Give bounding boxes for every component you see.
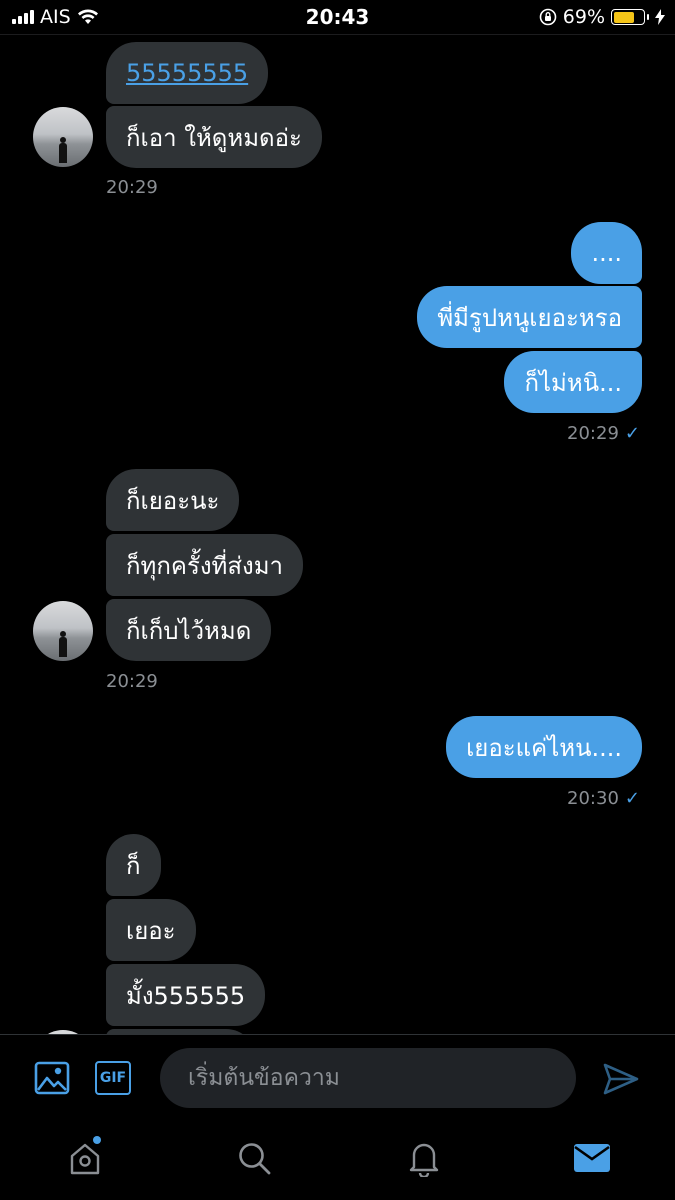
status-bar: AIS 20:43 69% — [0, 0, 675, 35]
send-icon[interactable] — [603, 1061, 639, 1097]
tab-search[interactable] — [234, 1138, 274, 1178]
home-icon — [70, 1143, 100, 1175]
message-timestamp: 20:29 ✓ — [567, 423, 640, 444]
timestamp-text: 20:30 — [567, 788, 619, 809]
message-link[interactable]: 55555555 — [126, 59, 248, 87]
message-input-placeholder: เริ่มต้นข้อความ — [188, 1065, 340, 1091]
incoming-message[interactable]: มั้ง555555 — [106, 964, 266, 1026]
message-timestamp: 20:29 — [106, 177, 158, 198]
tab-messages[interactable] — [572, 1138, 612, 1178]
search-icon — [239, 1143, 271, 1175]
incoming-message[interactable]: เยอะ — [106, 899, 196, 961]
image-icon[interactable] — [34, 1060, 70, 1096]
incoming-message[interactable]: 55555555 — [106, 42, 269, 104]
outgoing-message[interactable]: พี่มีรูปหนูเยอะหรอ — [417, 286, 642, 348]
outgoing-message[interactable]: ก็ไม่หนิ... — [504, 351, 642, 413]
message-timestamp: 20:29 — [106, 671, 158, 692]
message-composer: GIF เริ่มต้นข้อความ — [0, 1034, 675, 1121]
incoming-message[interactable]: ก็ — [106, 834, 161, 896]
read-check-icon: ✓ — [624, 423, 640, 444]
avatar[interactable] — [33, 601, 93, 661]
orientation-lock-icon — [539, 8, 557, 26]
battery-level — [613, 11, 634, 23]
home-notification-dot — [93, 1136, 101, 1144]
message-timestamp: 20:30 ✓ — [567, 788, 640, 809]
charging-icon — [655, 9, 665, 25]
tab-notifications[interactable] — [404, 1138, 444, 1178]
message-input[interactable]: เริ่มต้นข้อความ — [160, 1048, 576, 1108]
tab-home[interactable] — [65, 1136, 105, 1178]
conversation[interactable]: 55555555 ก็เอา ให้ดูหมดอ่ะ 20:29 .... พี… — [0, 34, 675, 1034]
messages-icon — [574, 1144, 610, 1172]
avatar[interactable] — [33, 107, 93, 167]
incoming-message[interactable]: ก็เยอะนะ — [106, 469, 240, 531]
outgoing-message[interactable]: เยอะแค่ไหน.... — [446, 716, 642, 778]
gif-label: GIF — [99, 1070, 127, 1086]
status-right: 69% — [539, 6, 665, 28]
incoming-message[interactable]: ก็เอา ให้ดูหมดอ่ะ — [106, 106, 322, 168]
incoming-message[interactable]: ก็ทุกครั้งที่ส่งมา — [106, 534, 304, 596]
battery-icon — [611, 9, 649, 25]
read-check-icon: ✓ — [624, 788, 640, 809]
incoming-message[interactable]: ก็เก็บไว้หมด — [106, 599, 272, 661]
outgoing-message[interactable]: .... — [571, 222, 642, 284]
battery-percent: 69% — [562, 6, 605, 28]
gif-icon[interactable]: GIF — [95, 1061, 131, 1095]
notifications-icon — [409, 1143, 439, 1177]
tab-bar — [0, 1120, 675, 1200]
timestamp-text: 20:29 — [567, 423, 619, 444]
